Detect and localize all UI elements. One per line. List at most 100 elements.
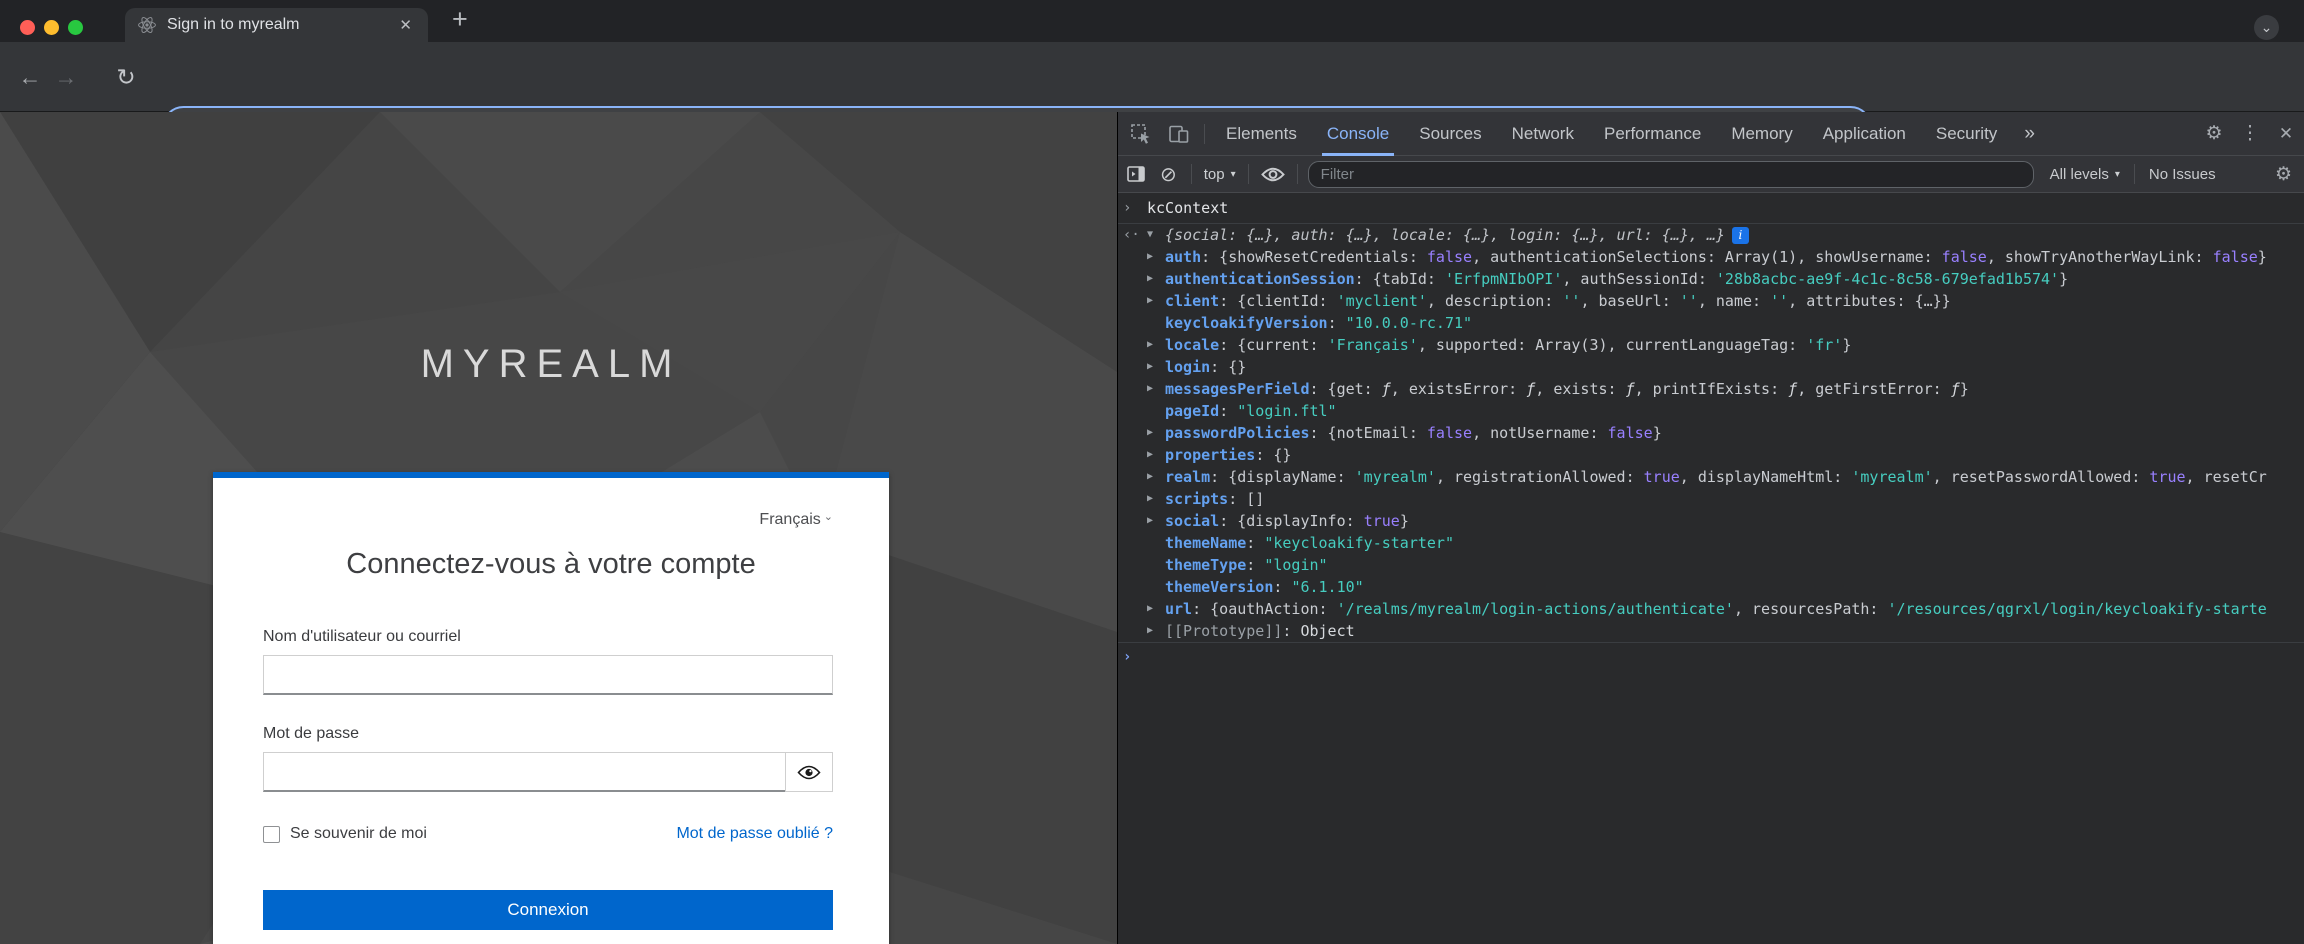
console-sidebar-icon[interactable] [1126,164,1146,184]
devtools-controls: ⚙ ⋮ ✕ [2196,122,2304,145]
clear-console-icon[interactable]: ⊘ [1160,162,1177,187]
browser-window: Sign in to myrealm ✕ + ⌄ ← → ↻ ⓘ localho… [0,0,2304,944]
username-input[interactable] [263,655,833,695]
chevron-down-icon: ▾ [1231,169,1236,180]
console-row: ▶realm: {displayName: 'myrealm', registr… [1118,466,2304,488]
window-close-button[interactable] [20,20,35,35]
toolbar-divider [1191,164,1192,184]
devtools-panel: Elements Console Sources Network Perform… [1117,112,2304,944]
log-level-selector[interactable]: All levels [2050,166,2109,183]
console-row: keycloakifyVersion: "10.0.0-rc.71" [1118,312,2304,334]
console-rows: ›kcContext‹·▼{social: {…}, auth: {…}, lo… [1118,193,2304,671]
devtools-close-icon[interactable]: ✕ [2268,124,2304,144]
tab-performance[interactable]: Performance [1589,112,1716,156]
tab-elements[interactable]: Elements [1211,112,1312,156]
password-input[interactable] [263,752,785,792]
realm-title: MYREALM [213,342,889,387]
console-output[interactable]: ›kcContext‹·▼{social: {…}, auth: {…}, lo… [1118,193,2304,944]
tab-network[interactable]: Network [1497,112,1589,156]
console-row: ▶properties: {} [1118,444,2304,466]
disclosure-triangle-icon[interactable]: ▶ [1147,466,1165,488]
console-row: ▶url: {oauthAction: '/realms/myrealm/log… [1118,598,2304,620]
language-selector[interactable]: Français ⌄ [759,510,833,529]
inspect-element-icon[interactable] [1122,123,1160,145]
password-field-group [263,752,833,792]
window-minimize-button[interactable] [44,20,59,35]
tab-console[interactable]: Console [1312,112,1404,156]
console-row: ▶locale: {current: 'Français', supported… [1118,334,2304,356]
browser-tab[interactable]: Sign in to myrealm ✕ [125,8,428,42]
options-row: Se souvenir de moi Mot de passe oublié ? [263,822,833,846]
console-row: ▶authenticationSession: {tabId: 'ErfpmNI… [1118,268,2304,290]
disclosure-triangle-icon[interactable]: ▶ [1147,444,1165,466]
toolbar-divider [2134,164,2135,184]
forward-icon[interactable]: → [51,42,81,112]
disclosure-triangle-icon[interactable]: ▶ [1147,290,1165,312]
login-submit-button[interactable]: Connexion [263,890,833,930]
window-zoom-button[interactable] [68,20,83,35]
console-row: ▶login: {} [1118,356,2304,378]
console-settings-icon[interactable]: ⚙ [2275,163,2292,186]
issues-status[interactable]: No Issues [2149,166,2216,183]
disclosure-triangle-icon[interactable]: ▶ [1147,334,1165,356]
username-label: Nom d'utilisateur ou courriel [263,628,461,646]
console-prompt-icon[interactable]: › [1123,643,1147,671]
disclosure-triangle-icon[interactable]: ▶ [1147,620,1165,642]
toolbar-divider [1204,124,1205,144]
language-label: Français [759,511,820,528]
disclosure-triangle-icon[interactable]: ▶ [1147,356,1165,378]
console-row: themeType: "login" [1118,554,2304,576]
toolbar-divider [1297,164,1298,184]
disclosure-triangle-icon[interactable]: ▶ [1147,378,1165,400]
live-expression-eye-icon[interactable] [1261,166,1285,183]
console-row: ▶[[Prototype]]: Object [1118,620,2304,642]
reload-icon[interactable]: ↻ [111,42,141,112]
devtools-main-toolbar: Elements Console Sources Network Perform… [1118,112,2304,156]
frame-selector[interactable]: top [1204,166,1225,183]
chevron-down-icon: ▾ [2115,169,2120,180]
console-row: ›kcContext [1118,193,2304,224]
console-row: ▶messagesPerField: {get: ƒ, existsError:… [1118,378,2304,400]
remember-me-label: Se souvenir de moi [290,825,427,843]
tab-sources[interactable]: Sources [1404,112,1496,156]
console-row: ▶auth: {showResetCredentials: false, aut… [1118,246,2304,268]
console-row: ▶social: {displayInfo: true} [1118,510,2304,532]
more-tabs-icon[interactable]: » [2012,123,2047,145]
tab-title: Sign in to myrealm [167,16,395,34]
console-input-chevron-icon: › [1123,193,1147,223]
disclosure-triangle-icon[interactable]: ▶ [1147,598,1165,620]
login-page: MYREALM Français⌄ Connectez-vous à votre… [0,112,1117,944]
tab-security[interactable]: Security [1921,112,2012,156]
tab-memory[interactable]: Memory [1716,112,1807,156]
info-icon: i [1732,227,1749,244]
show-password-button[interactable] [785,752,833,792]
console-row: ▶passwordPolicies: {notEmail: false, not… [1118,422,2304,444]
console-filter-input[interactable] [1308,161,2034,188]
disclosure-triangle-icon[interactable]: ▶ [1147,246,1165,268]
console-toolbar: ⊘ top ▾ All levels ▾ No Issues ⚙ [1118,156,2304,193]
disclosure-triangle-icon[interactable]: ▶ [1147,488,1165,510]
console-row: ‹·▼{social: {…}, auth: {…}, locale: {…},… [1118,224,2304,246]
forgot-password-link[interactable]: Mot de passe oublié ? [676,825,833,843]
chevron-down-icon: ⌄ [824,511,833,523]
favicon-atom-icon [137,15,157,35]
console-row: ▶scripts: [] [1118,488,2304,510]
back-icon[interactable]: ← [15,42,45,112]
navigation-bar: ← → ↻ ⓘ localhost:8080/realms/myrealm/pr… [0,42,2304,112]
eye-icon [797,764,821,781]
tab-search-button[interactable]: ⌄ [2254,15,2279,40]
tab-application[interactable]: Application [1808,112,1921,156]
disclosure-triangle-icon[interactable]: ▶ [1147,422,1165,444]
devtools-menu-icon[interactable]: ⋮ [2232,122,2268,145]
devtools-settings-icon[interactable]: ⚙ [2196,122,2232,145]
tab-close-icon[interactable]: ✕ [395,14,416,36]
toolbar-divider [1248,164,1249,184]
console-row: pageId: "login.ftl" [1118,400,2304,422]
password-label: Mot de passe [263,725,359,743]
disclosure-triangle-icon[interactable]: ▶ [1147,268,1165,290]
remember-me-checkbox[interactable] [263,826,280,843]
disclosure-triangle-icon[interactable]: ▼ [1147,224,1165,246]
device-toolbar-icon[interactable] [1160,123,1198,145]
disclosure-triangle-icon[interactable]: ▶ [1147,510,1165,532]
new-tab-button[interactable]: + [452,4,468,35]
